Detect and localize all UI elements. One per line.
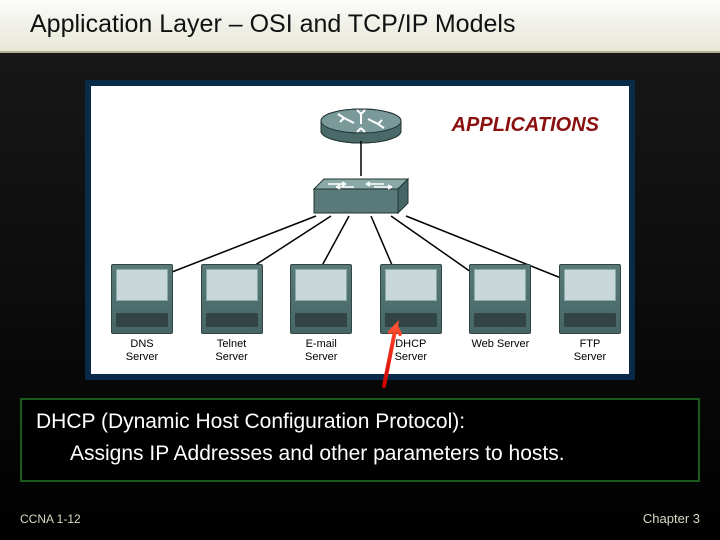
server-telnet: TelnetServer <box>191 264 273 364</box>
server-label: E-mailServer <box>305 338 337 364</box>
server-dns: DNSServer <box>101 264 183 364</box>
callout-title: DHCP (Dynamic Host Configuration Protoco… <box>36 410 684 434</box>
callout-box: DHCP (Dynamic Host Configuration Protoco… <box>20 398 700 482</box>
slide-title: Application Layer – OSI and TCP/IP Model… <box>30 10 690 39</box>
switch-icon <box>306 171 416 221</box>
callout-body: Assigns IP Addresses and other parameter… <box>36 442 684 466</box>
server-web: Web Server <box>459 264 541 364</box>
server-icon <box>559 264 621 334</box>
server-email: E-mailServer <box>280 264 362 364</box>
server-ftp: FTPServer <box>549 264 631 364</box>
server-label: DNSServer <box>126 338 158 364</box>
servers-row: DNSServer TelnetServer E-mailServer DHCP… <box>101 264 631 364</box>
title-bar: Application Layer – OSI and TCP/IP Model… <box>0 0 720 53</box>
server-label: Web Server <box>471 338 529 351</box>
footer-left: CCNA 1-12 <box>20 512 81 526</box>
server-label: TelnetServer <box>215 338 247 364</box>
server-icon <box>201 264 263 334</box>
footer-right: Chapter 3 <box>643 511 700 526</box>
diagram-heading: APPLICATIONS <box>452 114 599 137</box>
slide: Application Layer – OSI and TCP/IP Model… <box>0 0 720 540</box>
server-icon <box>290 264 352 334</box>
server-icon <box>380 264 442 334</box>
server-icon <box>469 264 531 334</box>
server-label: FTPServer <box>574 338 606 364</box>
server-label: DHCPServer <box>395 338 427 364</box>
server-dhcp: DHCPServer <box>370 264 452 364</box>
router-icon <box>316 96 406 146</box>
network-diagram: APPLICATIONS <box>85 80 635 380</box>
server-icon <box>111 264 173 334</box>
